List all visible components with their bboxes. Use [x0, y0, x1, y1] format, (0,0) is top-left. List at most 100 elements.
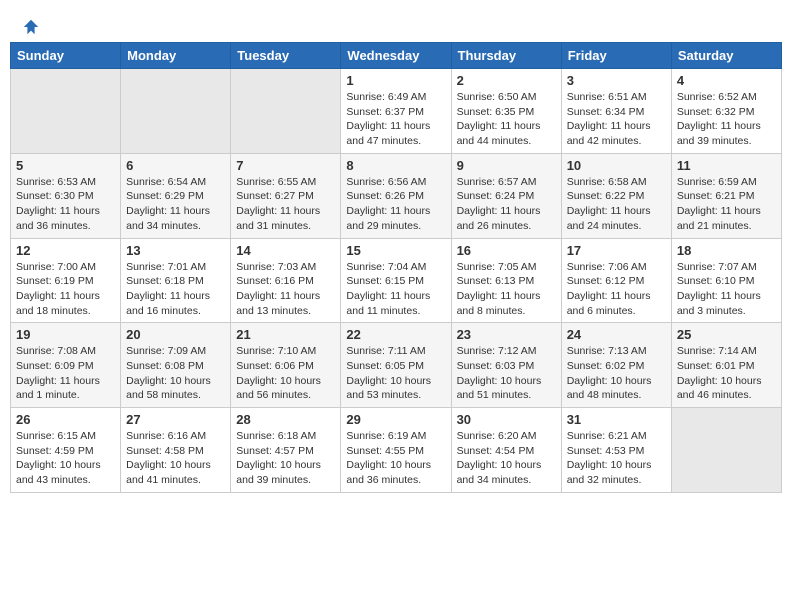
calendar-cell: 11 Sunrise: 6:59 AM Sunset: 6:21 PM Dayli…	[671, 153, 781, 238]
calendar-cell: 30 Sunrise: 6:20 AM Sunset: 4:54 PM Dayli…	[451, 408, 561, 493]
calendar-cell: 24 Sunrise: 7:13 AM Sunset: 6:02 PM Dayli…	[561, 323, 671, 408]
calendar-cell: 22 Sunrise: 7:11 AM Sunset: 6:05 PM Dayli…	[341, 323, 451, 408]
calendar-cell: 9 Sunrise: 6:57 AM Sunset: 6:24 PM Daylig…	[451, 153, 561, 238]
day-number: 2	[457, 73, 556, 88]
calendar-cell: 3 Sunrise: 6:51 AM Sunset: 6:34 PM Daylig…	[561, 69, 671, 154]
day-info: Sunrise: 7:10 AM Sunset: 6:06 PM Dayligh…	[236, 344, 335, 403]
day-number: 10	[567, 158, 666, 173]
day-info: Sunrise: 6:21 AM Sunset: 4:53 PM Dayligh…	[567, 429, 666, 488]
weekday-friday: Friday	[561, 43, 671, 69]
calendar-cell: 18Sunrise: 7:07 AM Sunset: 6:10 PM Dayli…	[671, 238, 781, 323]
calendar-cell: 14 Sunrise: 7:03 AM Sunset: 6:16 PM Dayli…	[231, 238, 341, 323]
day-info: Sunrise: 7:08 AM Sunset: 6:09 PM Dayligh…	[16, 344, 115, 403]
day-info: Sunrise: 7:14 AM Sunset: 6:01 PM Dayligh…	[677, 344, 776, 403]
calendar-cell: 6Sunrise: 6:54 AM Sunset: 6:29 PM Daylig…	[121, 153, 231, 238]
day-info: Sunrise: 7:06 AM Sunset: 6:12 PM Dayligh…	[567, 260, 666, 319]
calendar-cell: 4 Sunrise: 6:52 AM Sunset: 6:32 PM Daylig…	[671, 69, 781, 154]
calendar-cell: 13Sunrise: 7:01 AM Sunset: 6:18 PM Dayli…	[121, 238, 231, 323]
day-info: Sunrise: 6:16 AM Sunset: 4:58 PM Dayligh…	[126, 429, 225, 488]
day-info: Sunrise: 6:15 AM Sunset: 4:59 PM Dayligh…	[16, 429, 115, 488]
day-number: 28	[236, 412, 335, 427]
day-info: Sunrise: 6:56 AM Sunset: 6:26 PM Dayligh…	[346, 175, 445, 234]
day-info: Sunrise: 7:00 AM Sunset: 6:19 PM Dayligh…	[16, 260, 115, 319]
calendar-cell: 19 Sunrise: 7:08 AM Sunset: 6:09 PM Dayli…	[11, 323, 121, 408]
calendar-cell: 28 Sunrise: 6:18 AM Sunset: 4:57 PM Dayli…	[231, 408, 341, 493]
week-row-2: 5Sunrise: 6:53 AM Sunset: 6:30 PM Daylig…	[11, 153, 782, 238]
day-info: Sunrise: 7:09 AM Sunset: 6:08 PM Dayligh…	[126, 344, 225, 403]
day-info: Sunrise: 6:50 AM Sunset: 6:35 PM Dayligh…	[457, 90, 556, 149]
day-info: Sunrise: 7:04 AM Sunset: 6:15 PM Dayligh…	[346, 260, 445, 319]
calendar-cell: 31 Sunrise: 6:21 AM Sunset: 4:53 PM Dayli…	[561, 408, 671, 493]
page-header	[10, 10, 782, 42]
weekday-tuesday: Tuesday	[231, 43, 341, 69]
week-row-4: 19 Sunrise: 7:08 AM Sunset: 6:09 PM Dayli…	[11, 323, 782, 408]
calendar-cell: 10 Sunrise: 6:58 AM Sunset: 6:22 PM Dayli…	[561, 153, 671, 238]
calendar-cell: 23 Sunrise: 7:12 AM Sunset: 6:03 PM Dayli…	[451, 323, 561, 408]
day-info: Sunrise: 6:55 AM Sunset: 6:27 PM Dayligh…	[236, 175, 335, 234]
day-number: 7	[236, 158, 335, 173]
day-number: 9	[457, 158, 556, 173]
day-number: 4	[677, 73, 776, 88]
day-number: 1	[346, 73, 445, 88]
calendar-cell: 16 Sunrise: 7:05 AM Sunset: 6:13 PM Dayli…	[451, 238, 561, 323]
day-number: 24	[567, 327, 666, 342]
day-number: 6	[126, 158, 225, 173]
day-info: Sunrise: 6:49 AM Sunset: 6:37 PM Dayligh…	[346, 90, 445, 149]
week-row-5: 26Sunrise: 6:15 AM Sunset: 4:59 PM Dayli…	[11, 408, 782, 493]
calendar-cell	[11, 69, 121, 154]
day-info: Sunrise: 6:53 AM Sunset: 6:30 PM Dayligh…	[16, 175, 115, 234]
weekday-saturday: Saturday	[671, 43, 781, 69]
day-info: Sunrise: 6:51 AM Sunset: 6:34 PM Dayligh…	[567, 90, 666, 149]
day-info: Sunrise: 6:58 AM Sunset: 6:22 PM Dayligh…	[567, 175, 666, 234]
week-row-1: 1 Sunrise: 6:49 AM Sunset: 6:37 PM Daylig…	[11, 69, 782, 154]
calendar-cell: 27 Sunrise: 6:16 AM Sunset: 4:58 PM Dayli…	[121, 408, 231, 493]
calendar-cell: 1 Sunrise: 6:49 AM Sunset: 6:37 PM Daylig…	[341, 69, 451, 154]
day-number: 14	[236, 243, 335, 258]
logo	[20, 18, 40, 36]
calendar-cell: 2 Sunrise: 6:50 AM Sunset: 6:35 PM Daylig…	[451, 69, 561, 154]
day-number: 29	[346, 412, 445, 427]
day-number: 16	[457, 243, 556, 258]
day-info: Sunrise: 6:57 AM Sunset: 6:24 PM Dayligh…	[457, 175, 556, 234]
day-info: Sunrise: 7:12 AM Sunset: 6:03 PM Dayligh…	[457, 344, 556, 403]
day-number: 11	[677, 158, 776, 173]
day-info: Sunrise: 6:52 AM Sunset: 6:32 PM Dayligh…	[677, 90, 776, 149]
day-number: 15	[346, 243, 445, 258]
day-info: Sunrise: 7:13 AM Sunset: 6:02 PM Dayligh…	[567, 344, 666, 403]
day-number: 20	[126, 327, 225, 342]
calendar-cell: 25 Sunrise: 7:14 AM Sunset: 6:01 PM Dayli…	[671, 323, 781, 408]
day-number: 3	[567, 73, 666, 88]
day-info: Sunrise: 7:07 AM Sunset: 6:10 PM Dayligh…	[677, 260, 776, 319]
calendar-cell: 26Sunrise: 6:15 AM Sunset: 4:59 PM Dayli…	[11, 408, 121, 493]
day-number: 30	[457, 412, 556, 427]
day-number: 27	[126, 412, 225, 427]
calendar-cell: 7 Sunrise: 6:55 AM Sunset: 6:27 PM Daylig…	[231, 153, 341, 238]
day-info: Sunrise: 6:18 AM Sunset: 4:57 PM Dayligh…	[236, 429, 335, 488]
week-row-3: 12 Sunrise: 7:00 AM Sunset: 6:19 PM Dayli…	[11, 238, 782, 323]
calendar-body: 1 Sunrise: 6:49 AM Sunset: 6:37 PM Daylig…	[11, 69, 782, 493]
calendar-cell	[121, 69, 231, 154]
calendar-table: SundayMondayTuesdayWednesdayThursdayFrid…	[10, 42, 782, 493]
day-number: 25	[677, 327, 776, 342]
day-info: Sunrise: 6:59 AM Sunset: 6:21 PM Dayligh…	[677, 175, 776, 234]
day-number: 31	[567, 412, 666, 427]
day-info: Sunrise: 7:05 AM Sunset: 6:13 PM Dayligh…	[457, 260, 556, 319]
day-number: 17	[567, 243, 666, 258]
calendar-cell	[231, 69, 341, 154]
day-info: Sunrise: 6:20 AM Sunset: 4:54 PM Dayligh…	[457, 429, 556, 488]
weekday-wednesday: Wednesday	[341, 43, 451, 69]
calendar-cell: 5Sunrise: 6:53 AM Sunset: 6:30 PM Daylig…	[11, 153, 121, 238]
day-info: Sunrise: 7:11 AM Sunset: 6:05 PM Dayligh…	[346, 344, 445, 403]
calendar-cell	[671, 408, 781, 493]
calendar-cell: 20 Sunrise: 7:09 AM Sunset: 6:08 PM Dayli…	[121, 323, 231, 408]
day-number: 19	[16, 327, 115, 342]
day-number: 23	[457, 327, 556, 342]
calendar-cell: 8Sunrise: 6:56 AM Sunset: 6:26 PM Daylig…	[341, 153, 451, 238]
day-number: 12	[16, 243, 115, 258]
day-number: 22	[346, 327, 445, 342]
day-info: Sunrise: 7:03 AM Sunset: 6:16 PM Dayligh…	[236, 260, 335, 319]
calendar-cell: 21Sunrise: 7:10 AM Sunset: 6:06 PM Dayli…	[231, 323, 341, 408]
calendar-cell: 17 Sunrise: 7:06 AM Sunset: 6:12 PM Dayli…	[561, 238, 671, 323]
calendar-cell: 12 Sunrise: 7:00 AM Sunset: 6:19 PM Dayli…	[11, 238, 121, 323]
day-info: Sunrise: 6:19 AM Sunset: 4:55 PM Dayligh…	[346, 429, 445, 488]
